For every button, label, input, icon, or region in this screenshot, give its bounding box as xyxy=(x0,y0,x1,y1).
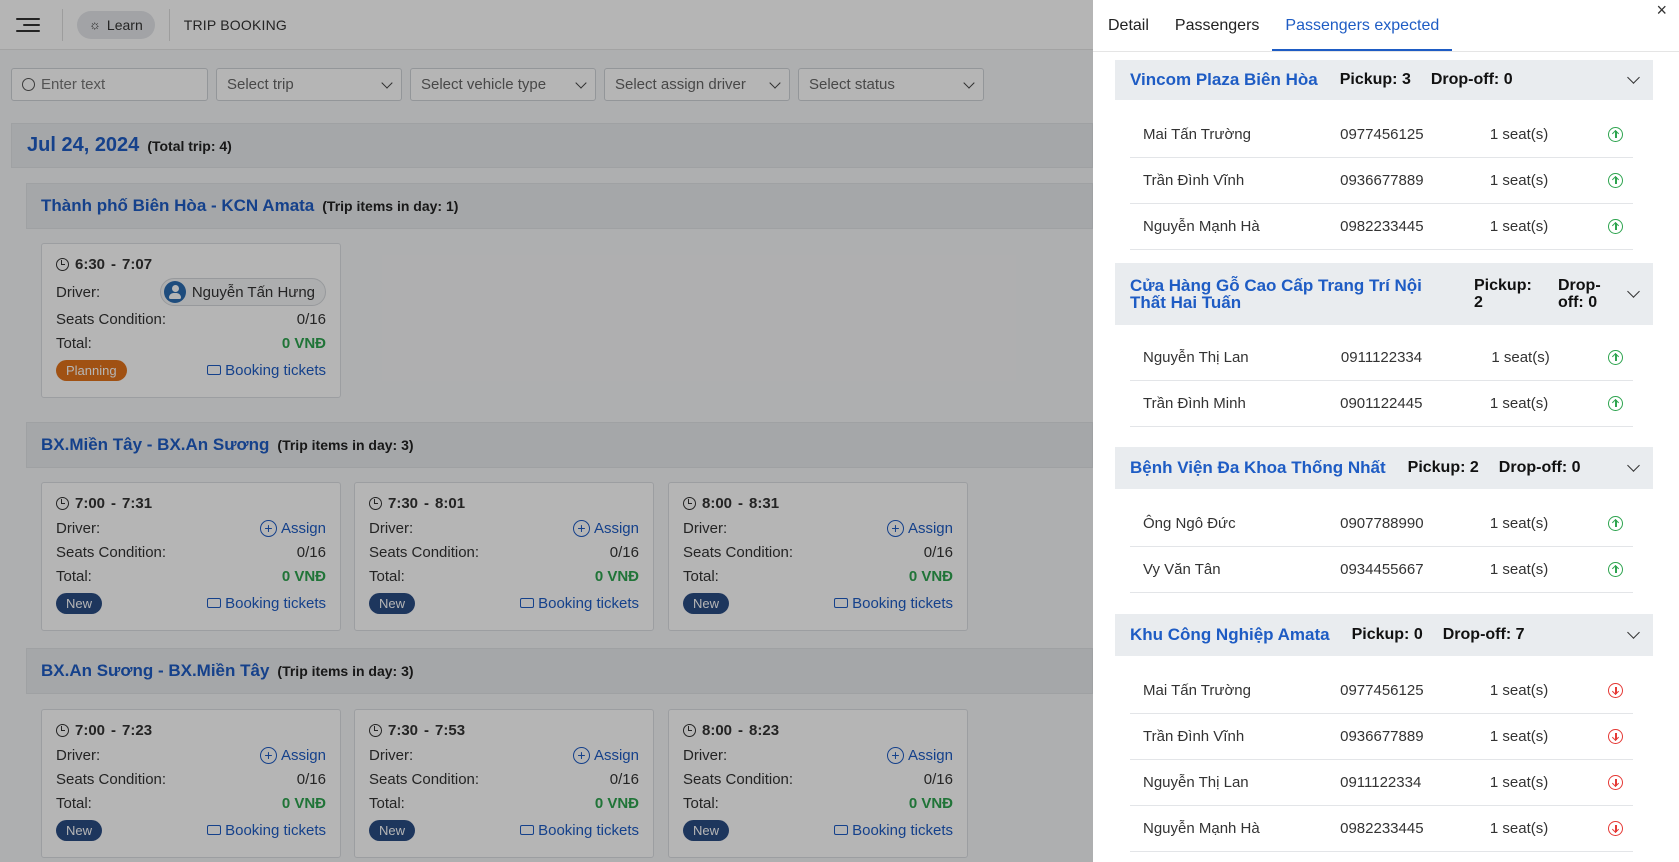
stop-name: Vincom Plaza Biên Hòa xyxy=(1130,70,1318,89)
pickup-count: Pickup: 3 xyxy=(1339,71,1411,88)
passenger-phone: 0911122334 xyxy=(1340,349,1423,366)
stop-header[interactable]: Bệnh Viện Đa Khoa Thống Nhất Pickup: 2 D… xyxy=(1115,447,1653,489)
passenger-seats: 1 seat(s) xyxy=(1489,682,1549,699)
chevron-down-icon[interactable] xyxy=(1627,459,1640,472)
passenger-seats: 1 seat(s) xyxy=(1489,395,1549,412)
dropoff-arrow-down-icon xyxy=(1608,821,1623,836)
passenger-name: Mai Tấn Trường xyxy=(1143,126,1251,143)
passenger-seats: 1 seat(s) xyxy=(1491,349,1550,366)
passenger-seats: 1 seat(s) xyxy=(1489,172,1549,189)
stop-group: Cửa Hàng Gỗ Cao Cấp Trang Trí Nội Thất H… xyxy=(1115,263,1653,427)
pickup-arrow-up-icon xyxy=(1608,127,1623,142)
dropoff-arrow-down-icon xyxy=(1608,775,1623,790)
stop-group: Vincom Plaza Biên Hòa Pickup: 3 Drop-off… xyxy=(1115,60,1653,250)
passenger-row: Nguyễn Mạnh Hà 0982233445 1 seat(s) xyxy=(1130,204,1633,250)
passenger-row: Nguyễn Thị Lan 0911122334 1 seat(s) xyxy=(1130,335,1633,381)
passenger-seats: 1 seat(s) xyxy=(1489,820,1549,837)
stop-group: Khu Công Nghiệp Amata Pickup: 0 Drop-off… xyxy=(1115,614,1653,852)
passenger-list: Mai Tấn Trường 0977456125 1 seat(s) Trần Đ… xyxy=(1115,100,1653,250)
passenger-phone: 0982233445 xyxy=(1340,218,1424,235)
passenger-phone: 0977456125 xyxy=(1340,126,1424,143)
tab-passengers-expected[interactable]: Passengers expected xyxy=(1272,17,1453,51)
chevron-down-icon[interactable] xyxy=(1627,626,1640,639)
pickup-arrow-up-icon xyxy=(1608,396,1623,411)
passenger-list: Ông Ngô Đức 0907788990 1 seat(s) Vy Văn Tâ… xyxy=(1115,489,1653,593)
passenger-seats: 1 seat(s) xyxy=(1489,728,1549,745)
passenger-phone: 0911122334 xyxy=(1340,774,1422,791)
passenger-name: Ông Ngô Đức xyxy=(1143,515,1236,532)
stop-name: Khu Công Nghiệp Amata xyxy=(1130,625,1330,644)
pickup-count: Pickup: 2 xyxy=(1474,277,1532,311)
passenger-phone: 0901122445 xyxy=(1340,395,1423,412)
passenger-row: Trần Đình Vĩnh 0936677889 1 seat(s) xyxy=(1130,714,1633,760)
dropoff-count: Drop-off: 7 xyxy=(1442,626,1525,643)
passenger-row: Vy Văn Tân 0934455667 1 seat(s) xyxy=(1130,547,1633,593)
passenger-phone: 0907788990 xyxy=(1340,515,1424,532)
passenger-list: Mai Tấn Trường 0977456125 1 seat(s) Trần Đ… xyxy=(1115,656,1653,852)
passenger-name: Mai Tấn Trường xyxy=(1143,682,1251,699)
passenger-seats: 1 seat(s) xyxy=(1489,561,1549,578)
passenger-row: Trần Đình Vĩnh 0936677889 1 seat(s) xyxy=(1130,158,1633,204)
dropoff-arrow-down-icon xyxy=(1608,683,1623,698)
dropoff-count: Drop-off: 0 xyxy=(1498,459,1581,476)
stop-name: Bệnh Viện Đa Khoa Thống Nhất xyxy=(1130,458,1386,477)
passenger-seats: 1 seat(s) xyxy=(1489,774,1549,791)
pickup-arrow-up-icon xyxy=(1608,516,1623,531)
stop-header[interactable]: Vincom Plaza Biên Hòa Pickup: 3 Drop-off… xyxy=(1115,60,1653,100)
passenger-seats: 1 seat(s) xyxy=(1489,218,1549,235)
passenger-name: Nguyễn Mạnh Hà xyxy=(1143,218,1260,235)
pickup-arrow-up-icon xyxy=(1608,173,1623,188)
dropoff-arrow-down-icon xyxy=(1608,729,1623,744)
pickup-arrow-up-icon xyxy=(1608,562,1623,577)
tab-detail[interactable]: Detail xyxy=(1108,17,1162,51)
passenger-phone: 0982233445 xyxy=(1340,820,1424,837)
passenger-phone: 0977456125 xyxy=(1340,682,1424,699)
passenger-phone: 0934455667 xyxy=(1340,561,1424,578)
tab-passengers[interactable]: Passengers xyxy=(1162,17,1273,51)
passenger-list: Nguyễn Thị Lan 0911122334 1 seat(s) Trần Đ… xyxy=(1115,325,1653,427)
passenger-name: Vy Văn Tân xyxy=(1143,561,1221,578)
stop-header[interactable]: Khu Công Nghiệp Amata Pickup: 0 Drop-off… xyxy=(1115,614,1653,656)
modal-backdrop[interactable] xyxy=(0,0,1093,862)
passenger-drawer: Detail Passengers Passengers expected × … xyxy=(1093,0,1679,862)
passenger-seats: 1 seat(s) xyxy=(1489,515,1549,532)
chevron-down-icon[interactable] xyxy=(1627,71,1640,84)
passenger-phone: 0936677889 xyxy=(1340,172,1424,189)
close-icon[interactable]: × xyxy=(1656,0,1667,21)
drawer-tabs: Detail Passengers Passengers expected xyxy=(1093,0,1679,52)
passenger-row: Trần Đình Minh 0901122445 1 seat(s) xyxy=(1130,381,1633,427)
passenger-row: Nguyễn Mạnh Hà 0982233445 1 seat(s) xyxy=(1130,806,1633,852)
chevron-down-icon[interactable] xyxy=(1627,285,1640,298)
passenger-name: Nguyễn Thị Lan xyxy=(1143,349,1249,366)
dropoff-count: Drop-off: 0 xyxy=(1558,277,1601,311)
pickup-count: Pickup: 2 xyxy=(1407,459,1479,476)
passenger-name: Trần Đình Vĩnh xyxy=(1143,172,1245,189)
pickup-arrow-up-icon xyxy=(1608,219,1623,234)
stop-name: Cửa Hàng Gỗ Cao Cấp Trang Trí Nội Thất H… xyxy=(1130,276,1422,312)
passenger-row: Ông Ngô Đức 0907788990 1 seat(s) xyxy=(1130,501,1633,547)
stop-group: Bệnh Viện Đa Khoa Thống Nhất Pickup: 2 D… xyxy=(1115,447,1653,593)
passenger-name: Trần Đình Vĩnh xyxy=(1143,728,1245,745)
passenger-row: Nguyễn Thị Lan 0911122334 1 seat(s) xyxy=(1130,760,1633,806)
passenger-phone: 0936677889 xyxy=(1340,728,1424,745)
passenger-row: Mai Tấn Trường 0977456125 1 seat(s) xyxy=(1130,668,1633,714)
passenger-name: Trần Đình Minh xyxy=(1143,395,1246,412)
passenger-name: Nguyễn Thị Lan xyxy=(1143,774,1249,791)
dropoff-count: Drop-off: 0 xyxy=(1430,71,1513,88)
passenger-seats: 1 seat(s) xyxy=(1489,126,1549,143)
passenger-row: Mai Tấn Trường 0977456125 1 seat(s) xyxy=(1130,112,1633,158)
pickup-arrow-up-icon xyxy=(1608,350,1623,365)
trip-booking-page: ☼ Learn TRIP BOOKING Enter text Select t… xyxy=(0,0,1093,862)
pickup-count: Pickup: 0 xyxy=(1351,626,1423,643)
stop-header[interactable]: Cửa Hàng Gỗ Cao Cấp Trang Trí Nội Thất H… xyxy=(1115,263,1653,325)
passenger-name: Nguyễn Mạnh Hà xyxy=(1143,820,1260,837)
